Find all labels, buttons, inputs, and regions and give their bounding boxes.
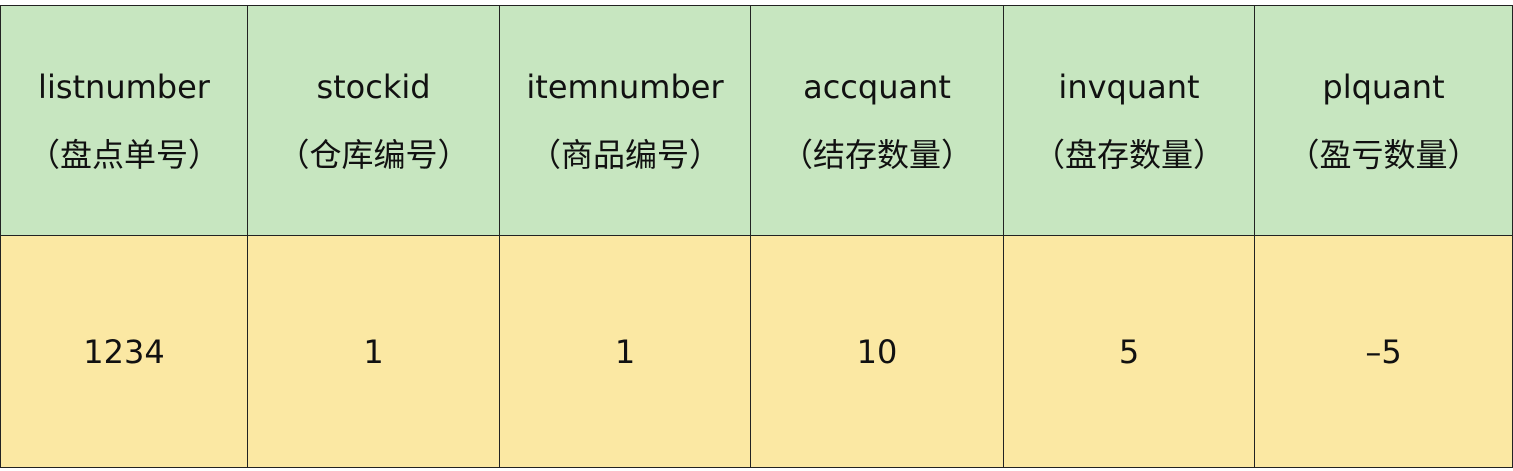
header-field-label: （仓库编号） [277,135,470,174]
inventory-check-table: listnumber （盘点单号） stockid （仓库编号） itemnum… [0,5,1513,468]
header-field-label: （盈亏数量） [1287,135,1480,174]
header-field-name: itemnumber [526,67,724,106]
header-field-name: invquant [1058,67,1200,106]
cell-accquant: 10 [750,235,1004,468]
header-field-name: accquant [803,67,951,106]
header-field-label: （盘存数量） [1032,135,1225,174]
cell-stockid: 1 [247,235,500,468]
header-cell-itemnumber: itemnumber （商品编号） [499,5,751,236]
cell-itemnumber: 1 [499,235,751,468]
header-field-name: listnumber [38,67,210,106]
cell-value: –5 [1365,332,1402,371]
cell-invquant: 5 [1003,235,1255,468]
cell-value: 5 [1118,332,1140,371]
header-cell-plquant: plquant （盈亏数量） [1254,5,1513,236]
header-cell-listnumber: listnumber （盘点单号） [0,5,248,236]
cell-value: 1234 [83,332,165,371]
header-field-label: （盘点单号） [27,135,220,174]
cell-listnumber: 1234 [0,235,248,468]
header-cell-accquant: accquant （结存数量） [750,5,1004,236]
header-field-name: plquant [1322,67,1445,106]
cell-value: 1 [614,332,636,371]
header-field-label: （结存数量） [780,135,973,174]
header-cell-invquant: invquant （盘存数量） [1003,5,1255,236]
cell-value: 10 [856,332,898,371]
header-row: listnumber （盘点单号） stockid （仓库编号） itemnum… [0,5,1513,236]
inventory-table-container: listnumber （盘点单号） stockid （仓库编号） itemnum… [0,5,1513,468]
header-cell-stockid: stockid （仓库编号） [247,5,500,236]
table-row: 1234 1 1 10 5 –5 [0,235,1513,468]
cell-value: 1 [363,332,384,371]
cell-plquant: –5 [1254,235,1513,468]
header-field-label: （商品编号） [528,135,721,174]
header-field-name: stockid [316,67,431,106]
